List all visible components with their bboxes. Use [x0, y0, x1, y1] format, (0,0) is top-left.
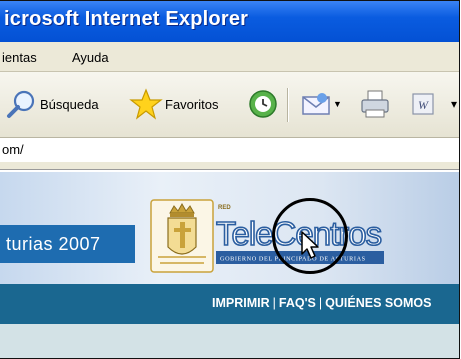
nav-link-about[interactable]: QUIÉNES SOMOS: [325, 296, 431, 310]
search-icon: [4, 89, 38, 119]
nav-link-print[interactable]: IMPRIMIR: [212, 296, 270, 310]
menu-item-tools[interactable]: ientas: [2, 50, 37, 65]
edit-button[interactable]: W: [410, 88, 436, 120]
event-strip: turias 2007: [0, 225, 135, 263]
page-banner: turias 2007 RED TeleCentros GOBIERNO DEL…: [0, 172, 459, 285]
toolbar-separator: [287, 88, 289, 122]
search-label: Búsqueda: [40, 96, 99, 112]
logo-graphic: RED TeleCentros GOBIERNO DEL PRINCIPADO …: [150, 199, 384, 273]
favorites-label: Favoritos: [165, 96, 219, 112]
mouse-cursor-icon: [300, 230, 322, 265]
navigation-bar: IMPRIMIR | FAQ'S | QUIÉNES SOMOS: [0, 284, 459, 324]
window-title: icrosoft Internet Explorer: [4, 8, 249, 30]
mail-icon: [300, 89, 332, 119]
star-icon: [129, 88, 163, 120]
web-page: turias 2007 RED TeleCentros GOBIERNO DEL…: [0, 170, 459, 358]
nav-link-faqs[interactable]: FAQ'S: [279, 296, 316, 310]
mail-button[interactable]: ▼: [300, 88, 342, 120]
sub-navigation-bar: [0, 324, 459, 358]
print-button[interactable]: [358, 88, 392, 120]
menu-item-help[interactable]: Ayuda: [72, 50, 109, 65]
nav-links: IMPRIMIR | FAQ'S | QUIÉNES SOMOS: [212, 296, 432, 310]
toolbar-bottom-edge: [0, 162, 459, 170]
address-bar[interactable]: om/: [0, 138, 459, 163]
word-icon: W: [410, 90, 436, 118]
history-icon: [246, 88, 280, 120]
menu-bar: ientas Ayuda: [0, 42, 459, 72]
history-button[interactable]: [246, 88, 280, 120]
favorites-button[interactable]: Favoritos: [129, 88, 218, 120]
event-title: turias 2007: [6, 234, 101, 254]
toolbar: Búsqueda Favoritos ▼ W ▾: [0, 72, 459, 138]
printer-icon: [358, 88, 392, 120]
svg-text:RED: RED: [218, 205, 231, 211]
browser-window: icrosoft Internet Explorer ientas Ayuda …: [0, 0, 460, 359]
more-chevron-icon[interactable]: ▾: [451, 88, 457, 120]
address-input[interactable]: om/: [2, 142, 24, 157]
chevron-down-icon[interactable]: ▼: [333, 99, 342, 109]
search-button[interactable]: Búsqueda: [4, 88, 99, 120]
title-bar: icrosoft Internet Explorer: [0, 1, 459, 42]
svg-text:W: W: [418, 98, 429, 112]
telecentros-logo[interactable]: RED TeleCentros GOBIERNO DEL PRINCIPADO …: [150, 199, 388, 274]
